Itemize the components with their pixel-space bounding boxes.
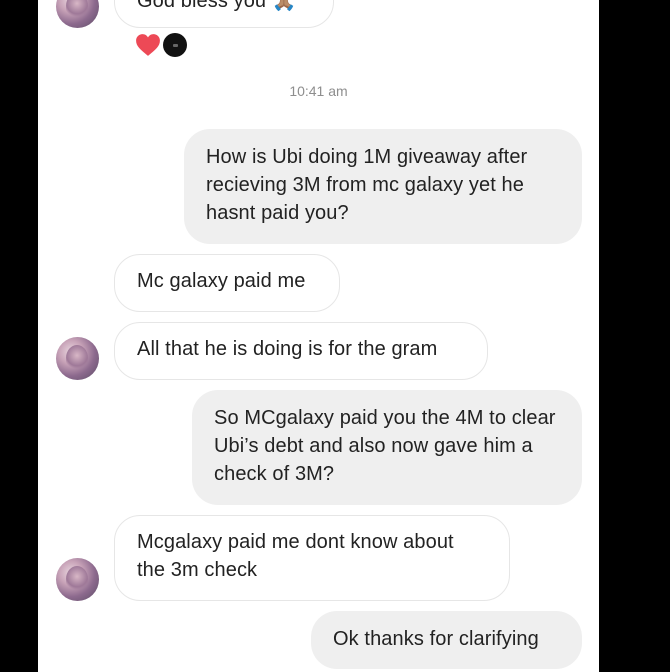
contact-avatar[interactable] <box>56 0 99 28</box>
message-text: How is Ubi doing 1M giveaway after recie… <box>206 146 528 224</box>
message-text: Mc galaxy paid me <box>137 270 306 292</box>
sent-message-bubble[interactable]: Ok thanks for clarifying <box>311 611 582 669</box>
received-message-bubble[interactable]: God bless you 🙏🏽 <box>114 0 334 28</box>
received-message-bubble[interactable]: Mcgalaxy paid me dont know about the 3m … <box>114 515 510 601</box>
sent-message-bubble[interactable]: How is Ubi doing 1M giveaway after recie… <box>184 129 582 244</box>
received-message-bubble[interactable]: All that he is doing is for the gram <box>114 322 488 380</box>
message-text: All that he is doing is for the gram <box>137 338 438 360</box>
message-text: Mcgalaxy paid me dont know about the 3m … <box>137 531 454 581</box>
contact-avatar[interactable] <box>56 558 99 601</box>
message-timestamp: 10:41 am <box>289 83 348 99</box>
heart-icon[interactable] <box>135 33 161 57</box>
message-text: So MCgalaxy paid you the 4M to clear Ubi… <box>214 407 556 485</box>
sent-message-bubble[interactable]: So MCgalaxy paid you the 4M to clear Ubi… <box>192 390 582 505</box>
received-message-bubble[interactable]: Mc galaxy paid me <box>114 254 340 312</box>
chat-screen: God bless you 🙏🏽 10:41 am How is Ubi doi… <box>38 0 599 672</box>
message-text: God bless you 🙏🏽 <box>137 0 297 12</box>
contact-avatar[interactable] <box>56 337 99 380</box>
reactor-avatar-icon <box>163 33 187 57</box>
message-text: Ok thanks for clarifying <box>333 628 539 650</box>
